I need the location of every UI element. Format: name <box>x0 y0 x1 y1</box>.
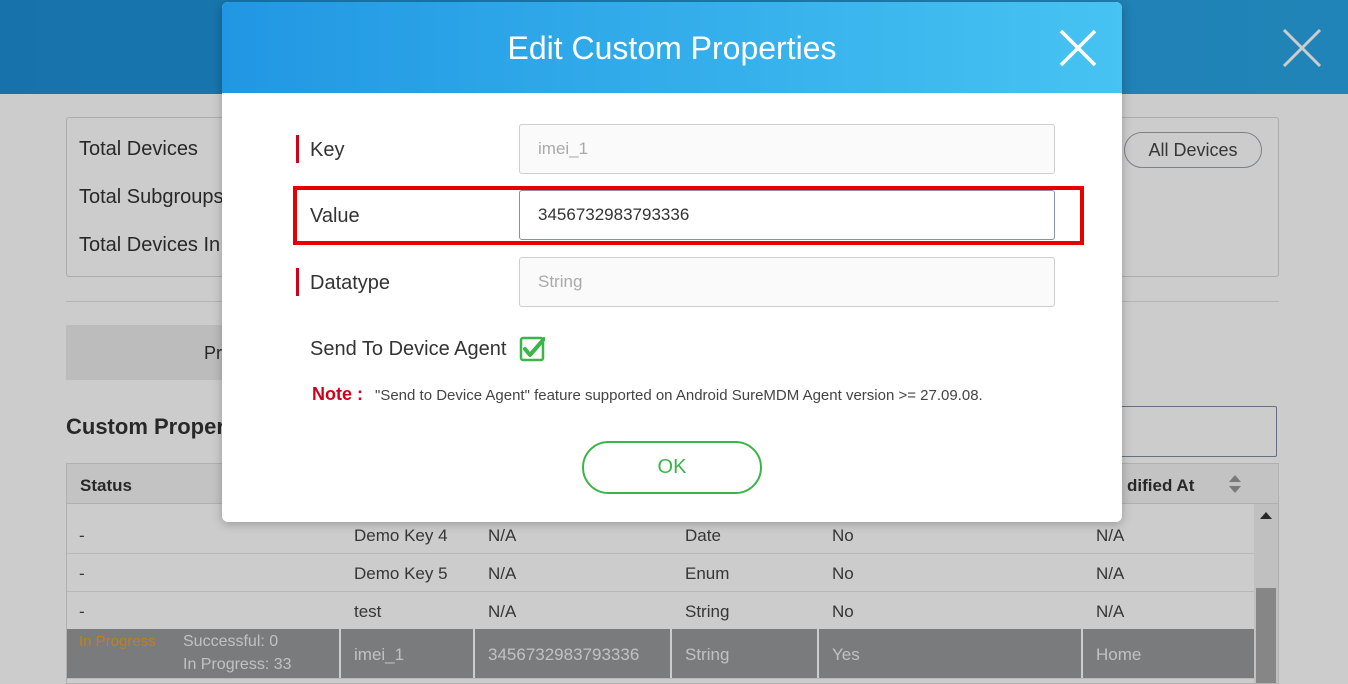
key-field[interactable] <box>519 124 1055 174</box>
value-highlight-box <box>293 186 1084 245</box>
ok-button[interactable]: OK <box>582 441 762 494</box>
required-indicator <box>296 135 299 163</box>
note-label: Note : <box>312 384 363 404</box>
key-label: Key <box>310 139 345 161</box>
send-to-device-agent-label: Send To Device Agent <box>310 338 507 360</box>
dialog-title: Edit Custom Properties <box>507 30 837 66</box>
note-text: "Send to Device Agent" feature supported… <box>375 387 983 404</box>
close-icon[interactable] <box>1058 28 1098 68</box>
required-indicator <box>296 268 299 296</box>
datatype-field[interactable] <box>519 257 1055 307</box>
checkbox-checked-icon[interactable] <box>519 336 545 362</box>
dialog-header: Edit Custom Properties <box>222 2 1122 93</box>
edit-custom-properties-dialog: Edit Custom Properties Key Value Datatyp… <box>222 2 1122 522</box>
datatype-label: Datatype <box>310 272 391 294</box>
